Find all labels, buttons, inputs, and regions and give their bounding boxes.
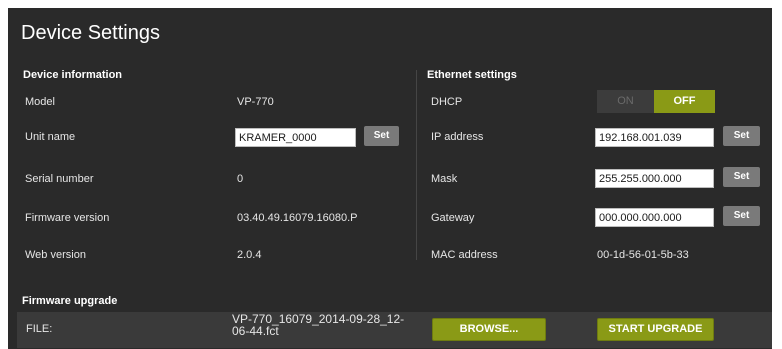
web-version-label: Web version — [25, 249, 86, 261]
start-upgrade-button[interactable]: START UPGRADE — [597, 318, 714, 341]
mac-address-value: 00-1d-56-01-5b-33 — [597, 249, 689, 261]
mask-input[interactable] — [595, 169, 714, 188]
mask-set-button[interactable]: Set — [723, 167, 760, 187]
gateway-label: Gateway — [431, 212, 475, 224]
ip-address-input[interactable] — [595, 128, 714, 147]
page-title: Device Settings — [21, 22, 160, 44]
serial-number-value: 0 — [237, 173, 244, 185]
unit-name-input[interactable] — [235, 128, 356, 147]
dhcp-label: DHCP — [431, 96, 463, 108]
gateway-input[interactable] — [595, 208, 714, 227]
section-divider — [416, 70, 417, 260]
mac-address-label: MAC address — [431, 249, 498, 261]
firmware-version-label: Firmware version — [25, 212, 110, 224]
firmware-version-value: 03.40.49.16079.16080.P — [237, 212, 358, 224]
ip-address-label: IP address — [431, 131, 484, 143]
device-info-heading: Device information — [23, 69, 123, 81]
ip-address-set-button[interactable]: Set — [723, 126, 760, 146]
gateway-set-button[interactable]: Set — [723, 206, 760, 226]
file-name-value: VP-770_16079_2014-09-28_12-06-44.fct — [232, 312, 405, 338]
dhcp-toggle[interactable]: ON OFF — [597, 90, 715, 113]
model-label: Model — [25, 96, 55, 108]
unit-name-set-button[interactable]: Set — [364, 126, 399, 146]
mask-label: Mask — [431, 173, 458, 185]
web-version-value: 2.0.4 — [237, 249, 262, 261]
dhcp-off-option[interactable]: OFF — [654, 90, 715, 113]
browse-button[interactable]: BROWSE... — [432, 318, 546, 341]
file-label: FILE: — [26, 323, 53, 335]
dhcp-on-option[interactable]: ON — [597, 90, 654, 113]
unit-name-label: Unit name — [25, 131, 76, 143]
model-value: VP-770 — [237, 96, 274, 108]
firmware-upgrade-heading: Firmware upgrade — [22, 295, 118, 307]
serial-number-label: Serial number — [25, 173, 94, 185]
ethernet-heading: Ethernet settings — [427, 69, 517, 81]
